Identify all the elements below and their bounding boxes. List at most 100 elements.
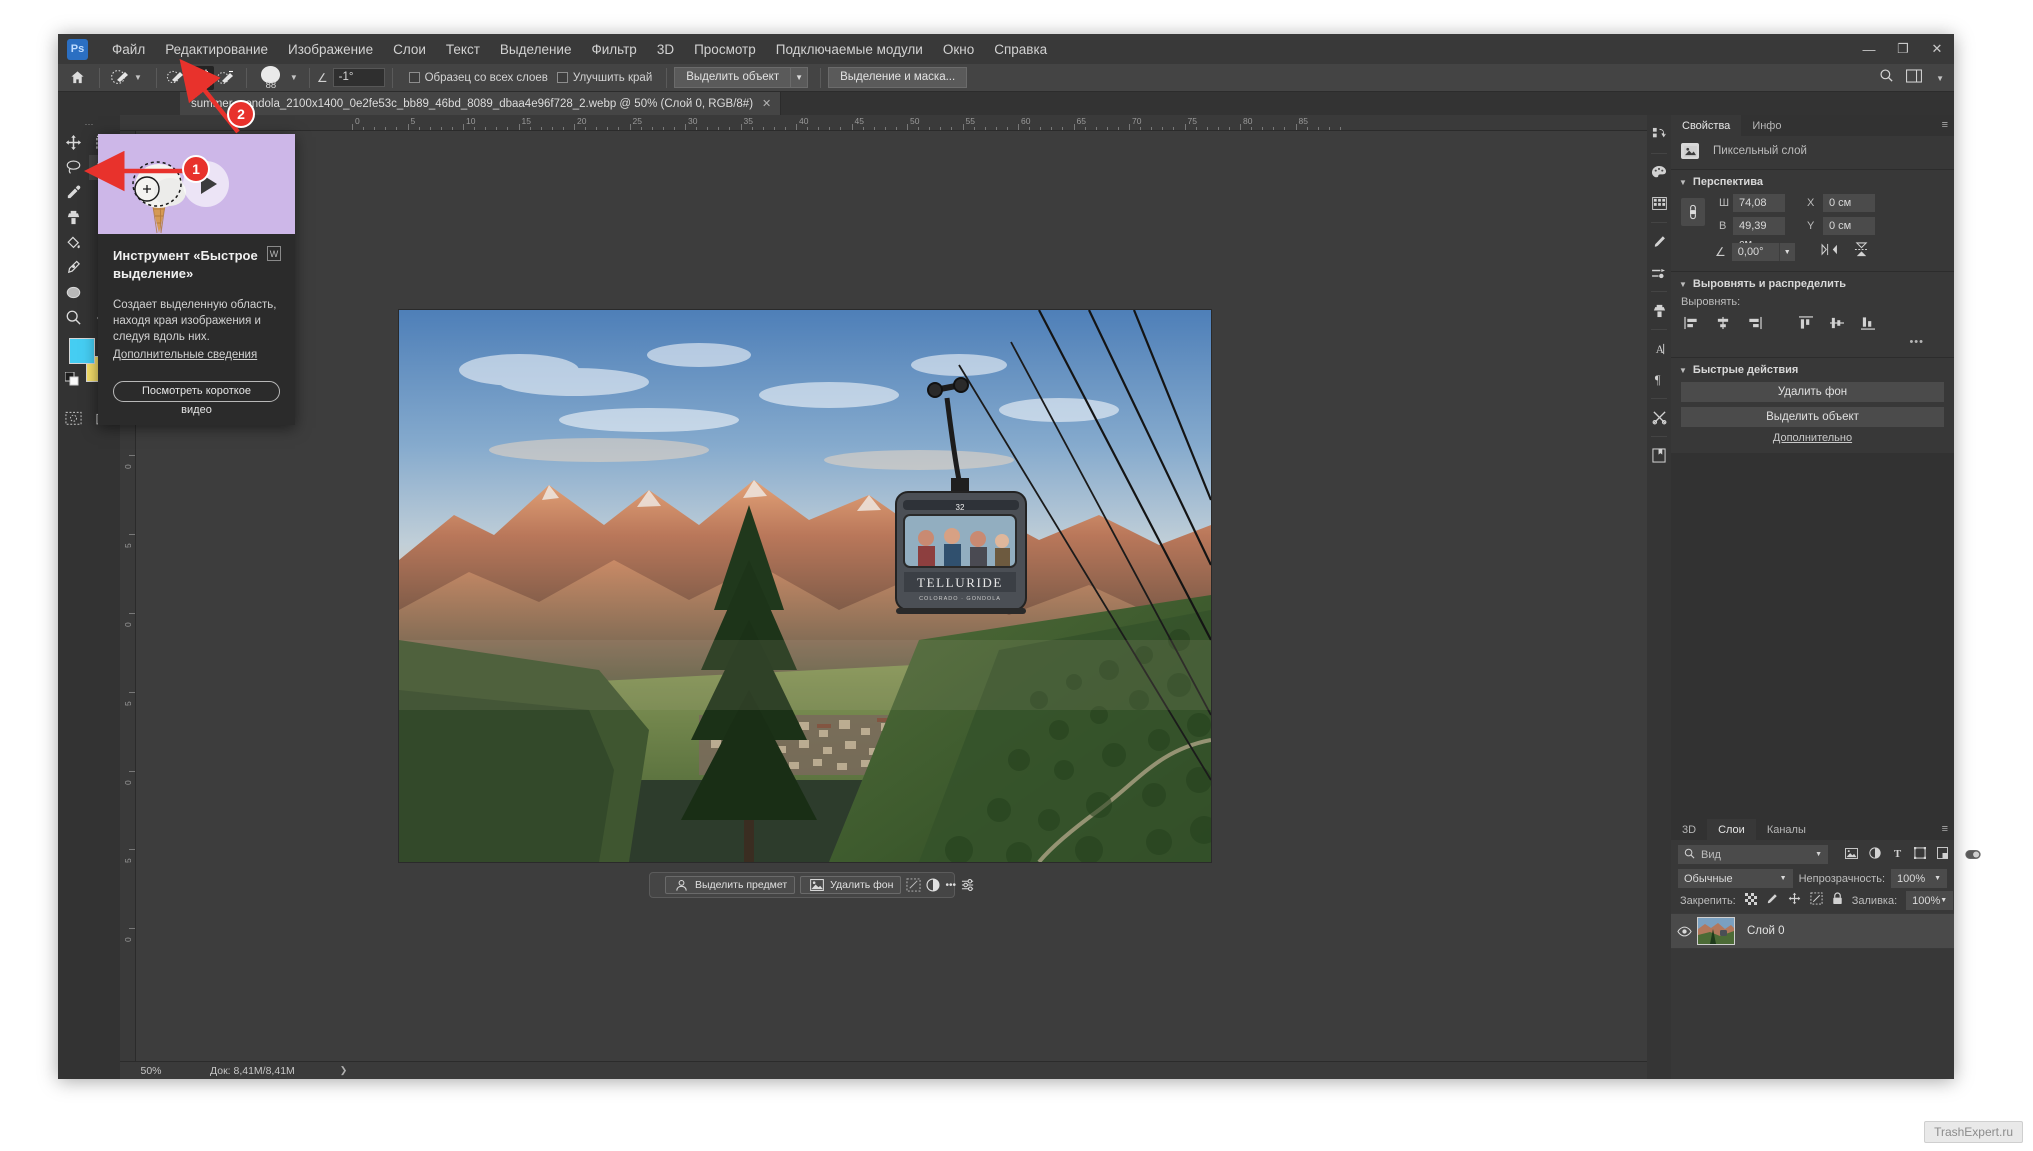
checkbox-box[interactable] <box>408 72 420 83</box>
brush-settings-icon[interactable] <box>1647 226 1671 257</box>
width-value[interactable]: 74,08 см <box>1733 194 1785 227</box>
document-tab[interactable]: summer_gondola_2100x1400_0e2fe53c_bb89_4… <box>180 92 782 115</box>
canvas-stage[interactable]: TELLURIDE COLORADO · GONDOLA 32 Выделить… <box>136 131 1647 1079</box>
tab-properties[interactable]: Свойства <box>1671 115 1742 136</box>
align-top-icon[interactable] <box>1795 314 1817 332</box>
tool-lasso[interactable] <box>58 155 89 180</box>
document-image[interactable]: TELLURIDE COLORADO · GONDOLA 32 <box>399 310 1211 862</box>
zoom-level[interactable]: 50% <box>120 1065 182 1077</box>
selection-mode-add-icon[interactable] <box>188 65 214 90</box>
search-icon[interactable] <box>1879 68 1894 88</box>
flip-vertical-icon[interactable] <box>1854 242 1869 262</box>
align-more-icon[interactable]: ••• <box>1671 336 1954 354</box>
align-center-vertical-icon[interactable] <box>1826 314 1848 332</box>
blend-mode-select[interactable]: Обычные ▼ <box>1678 869 1793 888</box>
restore-icon[interactable]: ❐ <box>1886 34 1920 64</box>
contextual-task-bar[interactable]: Выделить предмет Удалить фон ••• <box>649 872 974 898</box>
menu-item-layers[interactable]: Слои <box>383 37 436 62</box>
menu-item-view[interactable]: Просмотр <box>684 37 766 62</box>
link-dimensions-toggle[interactable] <box>1681 198 1705 226</box>
canvas-area[interactable]: 0510152025303540455055606570758085 50505… <box>120 115 1647 1079</box>
tab-info[interactable]: Инфо <box>1741 115 1792 136</box>
status-expand-icon[interactable]: ❯ <box>340 1065 348 1076</box>
tool-move[interactable] <box>58 130 89 155</box>
transform-icon[interactable] <box>906 876 921 894</box>
height-value[interactable]: 49,39 см <box>1733 217 1785 250</box>
tooltip-video-thumbnail[interactable] <box>98 134 295 234</box>
chevron-down-icon[interactable]: ▼ <box>1780 875 1787 882</box>
filter-toggle-icon[interactable] <box>1965 846 1981 864</box>
tab-channels[interactable]: Каналы <box>1756 819 1817 840</box>
color-panel-icon[interactable] <box>1647 157 1671 188</box>
align-right-icon[interactable] <box>1743 314 1765 332</box>
chevron-down-icon[interactable]: ▼ <box>134 73 142 82</box>
layer-filter-dropdown[interactable]: Вид ▼ <box>1678 845 1828 864</box>
menu-item-filter[interactable]: Фильтр <box>581 37 646 62</box>
history-panel-icon[interactable] <box>1647 440 1671 471</box>
menu-item-file[interactable]: Файл <box>102 37 155 62</box>
panel-menu-icon[interactable]: ≡ <box>1942 119 1948 131</box>
align-section-header[interactable]: ▼ Выровнять и распределить <box>1671 272 1954 294</box>
tooltip-learn-more-link[interactable]: Дополнительные сведения <box>113 349 257 361</box>
fill-field[interactable]: 100% ▼ <box>1906 891 1954 910</box>
layer-name[interactable]: Слой 0 <box>1747 925 1785 937</box>
sample-all-layers-checkbox[interactable]: Образец со всех слоев <box>408 72 548 84</box>
paths-panel-icon[interactable] <box>1647 402 1671 433</box>
brush-size-control[interactable]: 88 <box>254 65 288 91</box>
tab-3d[interactable]: 3D <box>1671 819 1707 840</box>
panel-menu-icon[interactable]: ≡ <box>1942 823 1948 835</box>
remove-background-quick-button[interactable]: Удалить фон <box>800 876 902 894</box>
paragraph-panel-icon[interactable]: ¶ <box>1647 364 1671 395</box>
menu-item-selection[interactable]: Выделение <box>490 37 582 62</box>
chevron-down-icon[interactable]: ▼ <box>1934 875 1941 882</box>
tool-eyedropper[interactable] <box>58 180 89 205</box>
horizontal-ruler[interactable]: 0 5 10 15 20 25 30 35 40 45 50 55 60 65 70 75 80 85 <box>120 115 1647 131</box>
close-icon[interactable]: ✕ <box>1920 34 1954 64</box>
document-tab-close-icon[interactable]: ✕ <box>762 97 771 110</box>
perspective-section-header[interactable]: ▼ Перспектива <box>1671 170 1954 192</box>
lock-transparent-pixels-icon[interactable] <box>1744 892 1757 910</box>
tab-layers[interactable]: Слои <box>1707 819 1756 840</box>
adjustment-icon[interactable] <box>926 876 940 894</box>
x-value[interactable]: 0 см <box>1823 194 1875 212</box>
select-subject-button[interactable]: Выделить объект <box>674 67 792 88</box>
chevron-down-icon[interactable]: ▼ <box>1679 366 1687 375</box>
default-colors-icon[interactable] <box>64 371 79 386</box>
chevron-down-icon[interactable]: ▼ <box>1940 897 1947 904</box>
home-icon[interactable] <box>62 65 92 91</box>
libraries-icon[interactable] <box>1647 119 1671 150</box>
lock-all-icon[interactable] <box>1832 891 1843 910</box>
angle-dropdown-icon[interactable]: ▼ <box>1778 243 1795 261</box>
more-options-icon[interactable]: ••• <box>945 876 956 894</box>
brush-size-chevron-icon[interactable]: ▼ <box>290 73 298 82</box>
align-bottom-icon[interactable] <box>1857 314 1879 332</box>
chevron-down-icon[interactable]: ▼ <box>1679 280 1687 289</box>
tool-quick-mask[interactable] <box>58 406 89 431</box>
select-subject-quick-button[interactable]: Выделить предмет <box>665 876 796 894</box>
workspace-switcher-icon[interactable] <box>1906 68 1923 88</box>
tool-ellipse-shape[interactable] <box>58 280 89 305</box>
chevron-down-icon[interactable]: ▼ <box>1679 178 1687 187</box>
swatches-panel-icon[interactable] <box>1647 188 1671 219</box>
menu-item-3d[interactable]: 3D <box>647 37 684 62</box>
menu-item-image[interactable]: Изображение <box>278 37 383 62</box>
select-and-mask-button[interactable]: Выделение и маска... <box>828 67 968 88</box>
filter-pixel-icon[interactable] <box>1845 846 1858 864</box>
settings-sliders-icon[interactable] <box>961 876 975 894</box>
minimize-icon[interactable]: — <box>1852 34 1886 64</box>
angle-value[interactable]: 0,00° <box>1731 243 1779 261</box>
filter-shape-icon[interactable] <box>1914 846 1926 864</box>
workspace-chevron-icon[interactable]: ▼ <box>1936 74 1944 83</box>
flip-horizontal-icon[interactable] <box>1821 243 1838 261</box>
clone-source-icon[interactable] <box>1647 295 1671 326</box>
brush-angle-control[interactable]: ∠ -1° <box>317 68 385 87</box>
toolbar-grip[interactable]: ⋯ <box>58 118 120 130</box>
tool-pen[interactable] <box>58 255 89 280</box>
filter-adjustment-icon[interactable] <box>1869 846 1881 864</box>
align-center-horizontal-icon[interactable] <box>1712 314 1734 332</box>
brush-angle-value[interactable]: -1° <box>332 68 385 87</box>
select-subject-button-panel[interactable]: Выделить объект <box>1681 407 1944 427</box>
tooltip-watch-video-button[interactable]: Посмотреть короткое видео <box>113 381 280 416</box>
selection-mode-subtract-icon[interactable] <box>214 66 239 90</box>
chevron-down-icon[interactable]: ▼ <box>1815 851 1822 858</box>
